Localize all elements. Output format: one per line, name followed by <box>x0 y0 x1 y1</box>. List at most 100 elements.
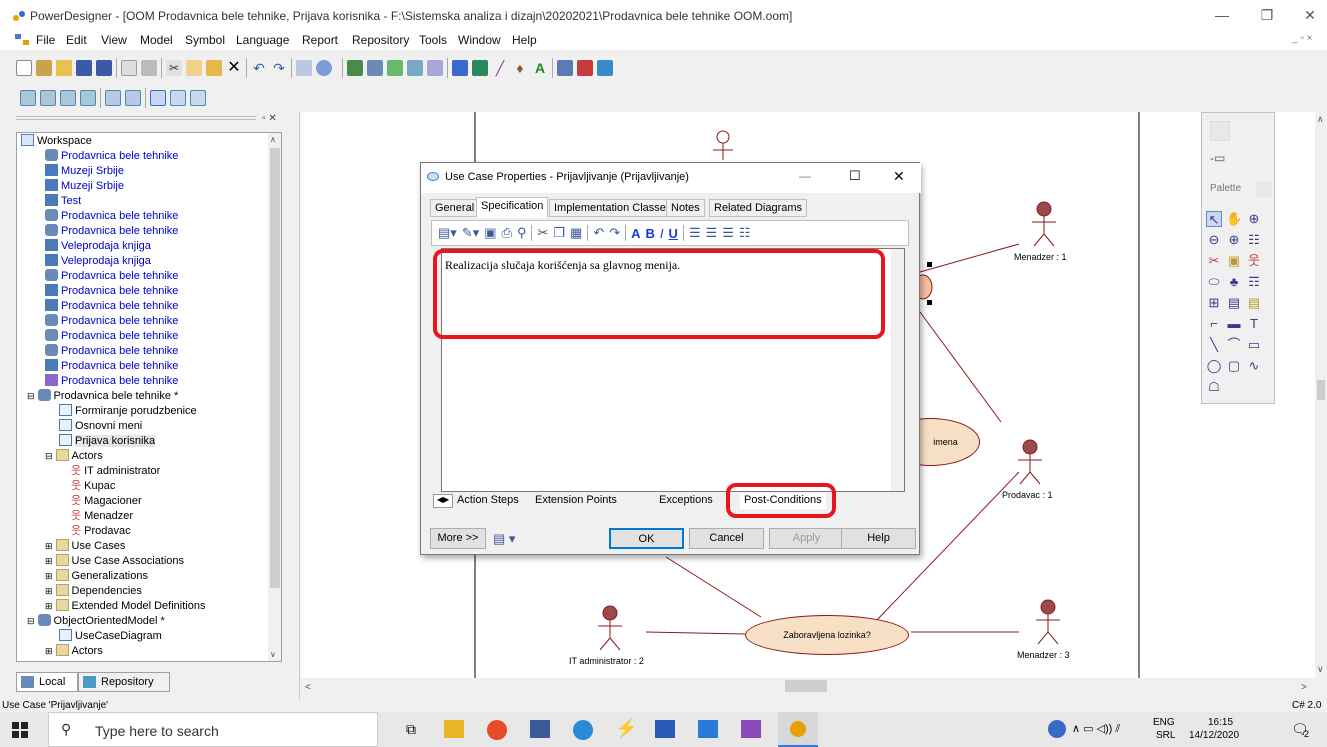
close-button[interactable]: ✕ <box>1290 4 1327 26</box>
menu-repository[interactable]: Repository <box>352 33 409 47</box>
underline-icon[interactable]: U <box>669 226 678 241</box>
zoom-out-icon[interactable]: ⊖ <box>1206 232 1222 248</box>
expand-icon[interactable]: ⊞ <box>45 556 53 566</box>
language-indicator[interactable]: ENG <box>1153 717 1175 728</box>
tab-implementation-classes[interactable]: Implementation Classes <box>549 199 677 217</box>
subtab-exceptions[interactable]: Exceptions <box>659 493 713 509</box>
actor-tool-icon[interactable]: 웃 <box>1246 253 1262 269</box>
word-icon[interactable] <box>655 720 675 738</box>
scroll-up-icon[interactable]: ∧ <box>1317 114 1324 125</box>
package-icon[interactable]: ▣ <box>1226 253 1242 269</box>
help-button[interactable]: Help <box>841 528 916 549</box>
diagram-icon[interactable] <box>472 60 488 76</box>
ok-button[interactable]: OK <box>609 528 684 549</box>
menu-tools[interactable]: Tools <box>419 33 447 47</box>
tab-general[interactable]: General <box>430 199 480 217</box>
actor-figure[interactable] <box>1036 599 1060 645</box>
vscroll-thumb[interactable] <box>1317 380 1325 400</box>
dialog-minimize-button[interactable]: — <box>799 169 811 183</box>
pin-app-icon[interactable]: ⚡ <box>615 718 637 739</box>
tree-item-actor[interactable]: 웃 IT administrator <box>71 464 160 479</box>
redo-icon[interactable]: ↷ <box>271 60 287 76</box>
tree-item[interactable]: Prodavnica bele tehnike <box>45 149 178 164</box>
tree-item[interactable]: Prodavnica bele tehnike <box>45 209 178 224</box>
pointer-icon[interactable]: ↖ <box>1206 211 1222 227</box>
taskbar-search-box[interactable]: ⚲ Type here to search <box>48 712 378 747</box>
expand-icon[interactable]: ⊞ <box>45 586 53 596</box>
actor-figure[interactable] <box>1018 439 1042 485</box>
zoom-in-icon[interactable] <box>20 90 36 106</box>
scroll-down-icon[interactable]: ∨ <box>270 650 276 659</box>
undo-icon[interactable]: ↶ <box>593 225 604 241</box>
save-icon[interactable] <box>76 60 92 76</box>
line-style-icon[interactable]: ╱ <box>492 60 508 76</box>
layout-icon[interactable] <box>105 90 121 106</box>
text-icon[interactable]: T <box>1246 316 1262 332</box>
tree-item-diagram[interactable]: Formiranje porudzbenice <box>59 404 197 419</box>
redo-icon[interactable]: ↷ <box>609 225 620 241</box>
dialog-close-button[interactable]: ✕ <box>893 168 905 185</box>
more-button[interactable]: More >> <box>430 528 486 549</box>
class-icon[interactable]: ☶ <box>1246 274 1262 290</box>
editor-menu-icon[interactable]: ▤▾ <box>438 225 457 241</box>
tab-specification[interactable]: Specification <box>476 197 549 218</box>
menu-file[interactable]: File <box>36 33 55 47</box>
store-icon[interactable] <box>530 720 550 738</box>
expand-icon[interactable]: ⊞ <box>45 601 53 611</box>
scroll-down-icon[interactable]: ∨ <box>1317 664 1324 675</box>
windows-start-icon[interactable] <box>12 722 28 738</box>
tree-item[interactable]: Prodavnica bele tehnike <box>45 269 178 284</box>
tab-notes[interactable]: Notes <box>666 199 705 217</box>
align-left-icon[interactable]: ☰ <box>689 225 701 241</box>
merge-icon[interactable] <box>427 60 443 76</box>
tree-item-open-model[interactable]: ⊟ ObjectOrientedModel * <box>27 614 165 629</box>
copy-icon[interactable]: ❐ <box>553 225 565 241</box>
tree-item[interactable]: Prodavnica bele tehnike <box>45 284 178 299</box>
cut-icon[interactable]: ✂ <box>166 60 182 76</box>
tree-scroll-thumb[interactable] <box>270 148 280 588</box>
clock-date[interactable]: 14/12/2020 <box>1189 730 1239 741</box>
tree-item-diagram[interactable]: Osnovni meni <box>59 419 142 434</box>
italic-icon[interactable]: I <box>660 226 664 241</box>
tree-item-diagram[interactable]: UseCaseDiagram <box>59 629 162 644</box>
tray-icons[interactable]: ∧ ▭ ◁)) ⫽ <box>1072 722 1120 736</box>
menu-model[interactable]: Model <box>140 33 173 47</box>
ellipse-icon[interactable]: ◯ <box>1206 358 1222 374</box>
zoom-out-icon[interactable] <box>40 90 56 106</box>
compare-icon[interactable] <box>407 60 423 76</box>
save-icon[interactable]: ▣ <box>484 225 496 241</box>
tree-item-actor[interactable]: 웃 Menadzer <box>71 509 133 524</box>
tree-item-actor[interactable]: 웃 Prodavac <box>71 524 131 539</box>
fill-icon[interactable]: ♦ <box>512 60 528 76</box>
menu-edit[interactable]: Edit <box>66 33 87 47</box>
tab-related-diagrams[interactable]: Related Diagrams <box>709 199 808 217</box>
tree-item-workspace[interactable]: Workspace <box>21 134 92 149</box>
tree-item[interactable]: Prodavnica bele tehnike <box>45 344 178 359</box>
tab-repository[interactable]: Repository <box>78 672 170 692</box>
cancel-button[interactable]: Cancel <box>689 528 764 549</box>
print-icon[interactable]: ⎙ <box>502 225 512 241</box>
palette-dock-icon[interactable]: -▭ <box>1210 151 1225 165</box>
editor-scrollbar[interactable] <box>891 249 904 491</box>
save-all-icon[interactable] <box>96 60 112 76</box>
tree-item[interactable]: Prodavnica bele tehnike <box>45 314 178 329</box>
actor-figure[interactable] <box>598 605 622 651</box>
paste-icon[interactable]: ▦ <box>570 225 582 241</box>
panel-gripper[interactable] <box>16 116 256 120</box>
use-case-ellipse[interactable]: Zaboravljena lozinka? <box>745 615 909 655</box>
check-in-icon[interactable] <box>597 60 613 76</box>
tree-folder[interactable]: ⊞ Generalizations <box>45 569 148 584</box>
title-icon[interactable]: ▬ <box>1226 316 1242 332</box>
editor-edit-icon[interactable]: ✎▾ <box>462 225 479 241</box>
result-list-icon[interactable] <box>190 90 206 106</box>
visual-studio-icon[interactable] <box>741 720 761 738</box>
note-icon[interactable]: ▤ <box>1246 295 1262 311</box>
model-check-icon[interactable] <box>347 60 363 76</box>
print-icon[interactable] <box>141 60 157 76</box>
cut-icon[interactable]: ✂ <box>537 225 548 241</box>
collapse-icon[interactable]: ⊟ <box>27 616 35 626</box>
mail-icon[interactable] <box>698 720 718 738</box>
browser-toggle-icon[interactable] <box>150 90 166 106</box>
link-icon[interactable]: ⌐ <box>1206 316 1222 332</box>
font-icon[interactable]: A <box>532 60 548 76</box>
